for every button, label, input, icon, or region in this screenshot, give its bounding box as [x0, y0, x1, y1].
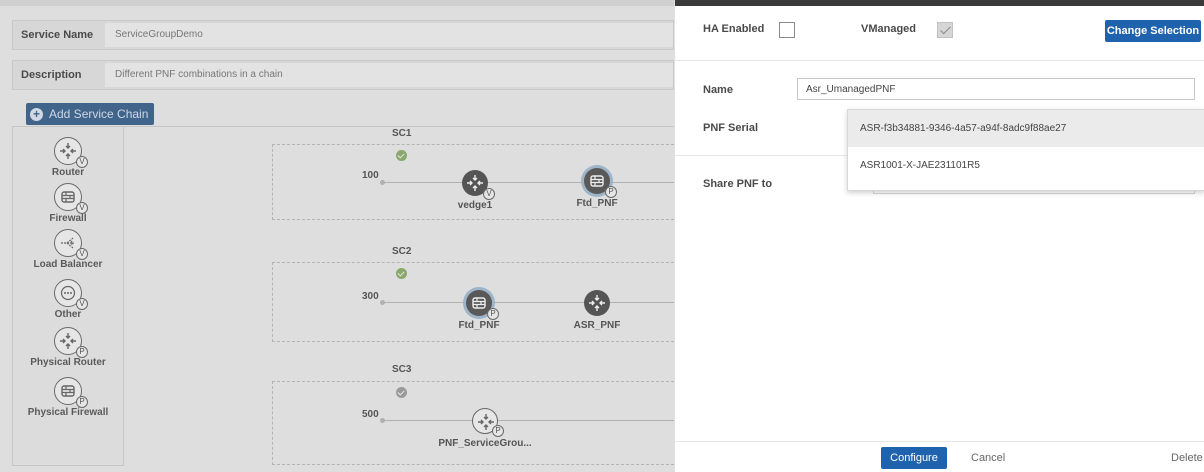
node-label: Ftd_PNF — [458, 320, 500, 331]
router-icon: P — [54, 327, 88, 358]
name-label: Name — [703, 84, 733, 96]
palette-item-label: Physical Firewall — [27, 407, 109, 418]
palette-item-load-balancer[interactable]: V Load Balancer — [13, 229, 123, 270]
palette-item-other[interactable]: V Other — [13, 279, 123, 320]
palette-badge: V — [76, 202, 88, 214]
name-input[interactable]: Asr_UmanagedPNF — [797, 78, 1195, 100]
node-palette: V Router V Firewall V Load Balancer V Ot… — [12, 126, 124, 466]
router-icon — [584, 290, 610, 316]
dropdown-option[interactable]: ASR-f3b34881-9346-4a57-a94f-8adc9f88ae27 — [848, 110, 1204, 147]
plus-icon: + — [30, 107, 43, 121]
add-service-chain-button[interactable]: + Add Service Chain — [26, 103, 155, 125]
firewall-icon: P — [584, 168, 617, 198]
share-pnf-label: Share PNF to — [703, 178, 773, 190]
status-pending-icon — [396, 387, 407, 398]
ha-enabled-checkbox[interactable] — [779, 22, 795, 38]
palette-badge: P — [76, 396, 88, 408]
chain-node-ftd-pnf[interactable]: P Ftd_PNF — [542, 168, 652, 209]
node-label: PNF_ServiceGrou... — [438, 438, 532, 449]
description-input[interactable]: Different PNF combinations in a chain — [105, 63, 673, 87]
palette-item-label: Router — [51, 167, 85, 178]
chain-bandwidth: 100 — [362, 170, 379, 181]
divider — [675, 60, 1204, 61]
chain-name: SC2 — [392, 246, 412, 257]
node-badge: P — [492, 425, 504, 437]
node-badge: P — [487, 308, 499, 320]
node-label: ASR_PNF — [573, 320, 621, 331]
service-name-row: Service Name ServiceGroupDemo — [12, 20, 674, 50]
node-label: vedge1 — [457, 200, 493, 211]
palette-item-physical-firewall[interactable]: P Physical Firewall — [13, 377, 123, 418]
configure-button[interactable]: Configure — [881, 447, 947, 469]
pnf-serial-label: PNF Serial — [703, 122, 759, 134]
chain-bandwidth: 500 — [362, 409, 379, 420]
footer-divider — [675, 441, 1204, 442]
load-balancer-icon: V — [54, 229, 88, 260]
node-badge: V — [483, 188, 495, 200]
palette-item-label: Physical Router — [30, 357, 106, 368]
node-badge: P — [605, 186, 617, 198]
service-name-input[interactable]: ServiceGroupDemo — [105, 23, 673, 47]
palette-badge: V — [76, 298, 88, 310]
status-ok-icon — [396, 150, 407, 161]
router-icon: P — [472, 408, 504, 437]
chain-node-pnf-servicegroup[interactable]: P PNF_ServiceGrou... — [430, 408, 540, 449]
router-icon: V — [54, 137, 88, 168]
palette-item-label: Firewall — [49, 213, 87, 224]
panel-top-bar — [675, 0, 1204, 6]
vmanaged-label: VManaged — [861, 23, 917, 35]
firewall-icon: V — [54, 183, 88, 214]
delete-button[interactable]: Delete — [1171, 452, 1203, 464]
pnf-serial-dropdown: ASR-f3b34881-9346-4a57-a94f-8adc9f88ae27… — [847, 109, 1204, 191]
chain-node-ftd-pnf[interactable]: P Ftd_PNF — [424, 290, 534, 331]
chain-node-vedge1[interactable]: V vedge1 — [420, 170, 530, 211]
firewall-icon: P — [466, 290, 499, 320]
dropdown-option[interactable]: ASR1001-X-JAE231101R5 — [848, 147, 1204, 184]
palette-item-label: Load Balancer — [33, 259, 103, 270]
palette-item-firewall[interactable]: V Firewall — [13, 183, 123, 224]
pnf-config-panel: HA Enabled VManaged Change Selection Nam… — [674, 0, 1204, 472]
firewall-icon: P — [54, 377, 88, 408]
service-name-label: Service Name — [21, 29, 94, 41]
description-label: Description — [21, 69, 82, 81]
top-strip — [0, 0, 674, 6]
service-group-canvas: Service Name ServiceGroupDemo Descriptio… — [0, 0, 674, 472]
palette-item-physical-router[interactable]: P Physical Router — [13, 327, 123, 368]
change-selection-button[interactable]: Change Selection — [1105, 20, 1201, 42]
palette-item-router[interactable]: V Router — [13, 137, 123, 178]
chain-name: SC1 — [392, 128, 412, 139]
other-icon: V — [54, 279, 88, 310]
chain-node-asr-pnf[interactable]: ASR_PNF — [542, 290, 652, 331]
ha-enabled-label: HA Enabled — [703, 23, 765, 35]
vmanaged-checkbox[interactable] — [937, 22, 953, 38]
description-row: Description Different PNF combinations i… — [12, 60, 674, 90]
add-service-chain-label: Add Service Chain — [49, 107, 149, 121]
node-label: Ftd_PNF — [576, 198, 618, 209]
palette-badge: P — [76, 346, 88, 358]
chain-name: SC3 — [392, 364, 412, 375]
palette-badge: V — [76, 156, 88, 168]
router-icon: V — [462, 170, 495, 200]
status-ok-icon — [396, 268, 407, 279]
cancel-button[interactable]: Cancel — [971, 452, 1005, 464]
palette-badge: V — [76, 248, 88, 260]
chain-bandwidth: 300 — [362, 291, 379, 302]
palette-item-label: Other — [54, 309, 82, 320]
